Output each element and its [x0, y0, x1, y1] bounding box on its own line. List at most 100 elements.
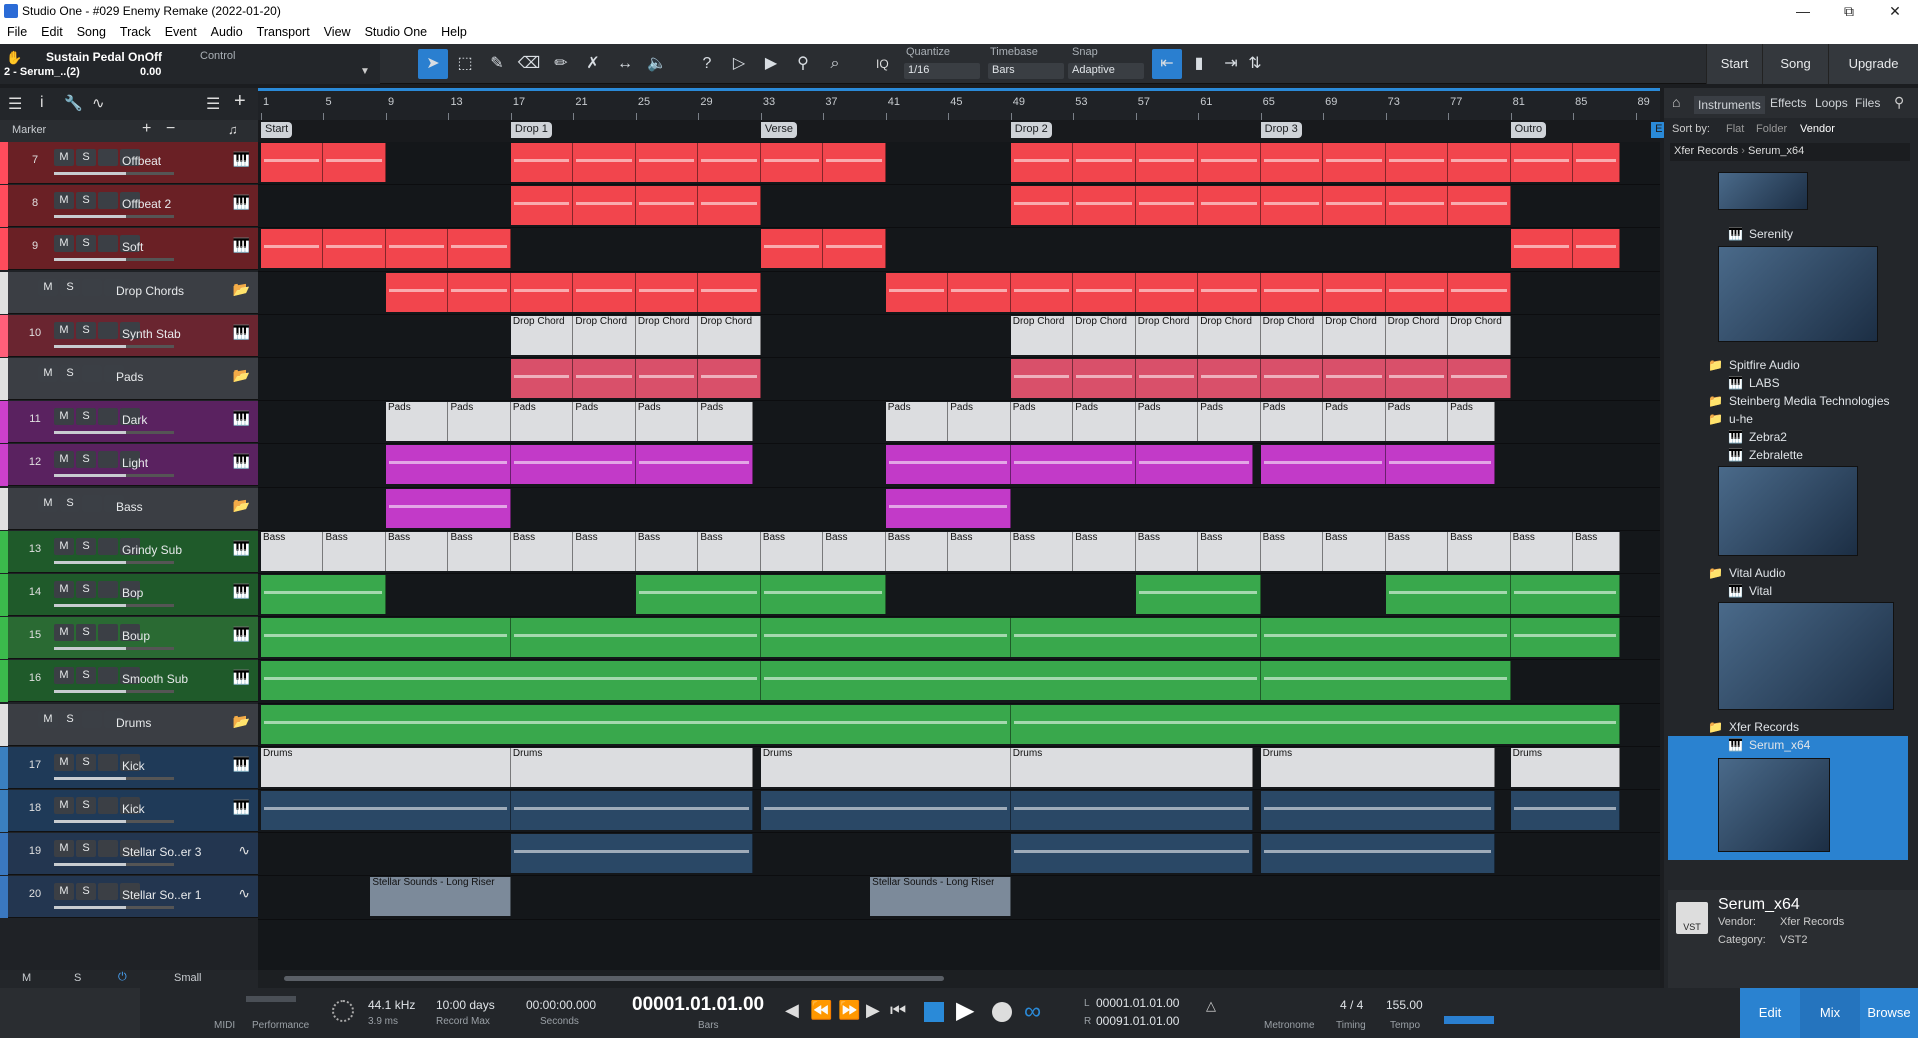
clip[interactable]: Bass [323, 531, 386, 571]
clip[interactable]: Drums [510, 747, 754, 787]
clip[interactable] [1260, 834, 1495, 874]
mute-button[interactable]: M [54, 149, 74, 166]
clip[interactable] [1010, 143, 1074, 182]
track-header-kick[interactable]: 18 M S Kick 🎹 [0, 790, 258, 832]
time-signature[interactable]: 4 / 4 [1340, 998, 1363, 1012]
arrow-tool-icon[interactable]: ➤ [418, 49, 448, 79]
clip[interactable]: Bass [510, 531, 574, 571]
clip[interactable] [885, 445, 1011, 485]
clip[interactable] [1260, 791, 1495, 830]
solo-button[interactable]: S [76, 624, 96, 642]
iq-button[interactable]: IQ [876, 57, 889, 71]
bend-tool-icon[interactable]: ↔ [610, 49, 640, 79]
forward-icon[interactable]: ⏩ [838, 1000, 860, 1021]
clip[interactable] [1385, 445, 1495, 485]
quantize-select[interactable]: 1/16 [904, 63, 980, 79]
clip[interactable] [1260, 143, 1324, 182]
clip[interactable] [261, 575, 386, 614]
clip[interactable] [1385, 359, 1449, 398]
clip[interactable] [1135, 143, 1199, 182]
marker-start[interactable]: Start [261, 122, 293, 138]
clip[interactable] [385, 445, 511, 485]
menu-audio[interactable]: Audio [204, 22, 250, 44]
clip[interactable]: Bass [1510, 531, 1574, 571]
track-header-stellar-so-er-3[interactable]: 19 M S Stellar So..er 3 ∿ [0, 833, 258, 876]
clip[interactable]: Drop Chord [1198, 315, 1261, 355]
clip[interactable] [261, 704, 1011, 744]
clip[interactable]: Bass [1073, 531, 1136, 571]
plugin-thumbnail[interactable] [1718, 466, 1858, 556]
nudge-left-icon[interactable]: ▶ [756, 49, 786, 79]
clip[interactable] [760, 229, 824, 269]
tempo-display[interactable]: 155.00 [1386, 998, 1423, 1012]
clip[interactable]: Drop Chord [1010, 315, 1074, 355]
clip[interactable] [1135, 445, 1253, 485]
menu-file[interactable]: File [0, 22, 34, 44]
menu-transport[interactable]: Transport [250, 22, 317, 44]
clip[interactable]: Pads [1385, 402, 1449, 442]
clip[interactable]: Bass [1573, 531, 1620, 571]
volume-fader[interactable] [54, 215, 174, 219]
clip[interactable] [573, 186, 636, 226]
clip[interactable] [1385, 186, 1449, 226]
clip[interactable] [1448, 186, 1511, 226]
clip[interactable] [510, 359, 574, 398]
clip[interactable] [1010, 272, 1074, 312]
record-arm-button[interactable] [98, 624, 118, 642]
mute-button[interactable]: M [54, 192, 74, 210]
volume-fader[interactable] [54, 172, 174, 175]
clip[interactable]: Pads [885, 402, 949, 442]
clip[interactable] [698, 143, 761, 182]
eraser-tool-icon[interactable]: ⌫ [514, 49, 544, 79]
control-device[interactable]: 2 - Serum_..(2) [4, 66, 80, 78]
browser-item-labs[interactable]: 🎹 LABS [1728, 376, 1780, 390]
mute-button[interactable]: M [54, 451, 74, 469]
solo-button[interactable]: S [76, 451, 96, 469]
clip[interactable] [760, 618, 1011, 658]
record-arm-button[interactable] [82, 710, 102, 728]
solo-button[interactable]: S [76, 883, 96, 901]
clip[interactable] [261, 791, 511, 830]
clip[interactable] [323, 229, 386, 269]
record-arm-button[interactable] [98, 537, 118, 555]
clip[interactable] [1510, 143, 1574, 182]
browser-folder-steinberg[interactable]: 📁 Steinberg Media Technologies [1708, 394, 1890, 408]
clip[interactable] [510, 834, 754, 874]
clip[interactable] [1135, 272, 1199, 312]
track-header-soft[interactable]: 9 M S Soft 🎹 [0, 228, 258, 271]
record-arm-button[interactable] [98, 408, 118, 426]
mute-button[interactable]: M [54, 624, 74, 642]
help-icon[interactable]: ? [692, 49, 722, 79]
clip[interactable]: Drop Chord [698, 315, 761, 355]
clip[interactable]: Drop Chord [1073, 315, 1136, 355]
end-icon[interactable]: ▶ [866, 1000, 880, 1021]
mute-button[interactable]: M [54, 797, 74, 814]
clip[interactable] [635, 575, 761, 614]
clip[interactable] [635, 272, 699, 312]
volume-fader[interactable] [54, 431, 174, 435]
clip[interactable] [1010, 704, 1620, 744]
solo-button[interactable]: S [76, 192, 96, 210]
loop-start-icon[interactable]: ⏮ [890, 1000, 906, 1021]
volume-fader[interactable] [54, 258, 174, 262]
clip[interactable]: Bass [1135, 531, 1199, 571]
track-header-dark[interactable]: 11 M S Dark 🎹 [0, 401, 258, 444]
split-tool-icon[interactable]: ✎ [482, 49, 512, 79]
note-icon[interactable]: ♫ [228, 122, 238, 137]
plugin-thumbnail[interactable] [1718, 758, 1830, 852]
clip[interactable]: Pads [948, 402, 1011, 442]
play-button[interactable]: ▶ [956, 996, 974, 1025]
solo-button[interactable]: S [76, 753, 96, 771]
clip[interactable]: Pads [1323, 402, 1386, 442]
marker-drop-1[interactable]: Drop 1 [510, 122, 552, 138]
clip[interactable]: Drop Chord [1260, 315, 1324, 355]
clip[interactable] [698, 186, 761, 226]
track-header-stellar-so-er-1[interactable]: 20 M S Stellar So..er 1 ∿ [0, 876, 258, 919]
browse-view-button[interactable]: Browse [1860, 988, 1918, 1038]
clip[interactable] [635, 445, 754, 485]
clip[interactable]: Drop Chord [1135, 315, 1199, 355]
solo-button[interactable]: S [76, 408, 96, 426]
minimize-icon[interactable]: — [1780, 0, 1826, 22]
clip[interactable] [760, 575, 886, 614]
solo-button[interactable]: S [60, 365, 80, 382]
